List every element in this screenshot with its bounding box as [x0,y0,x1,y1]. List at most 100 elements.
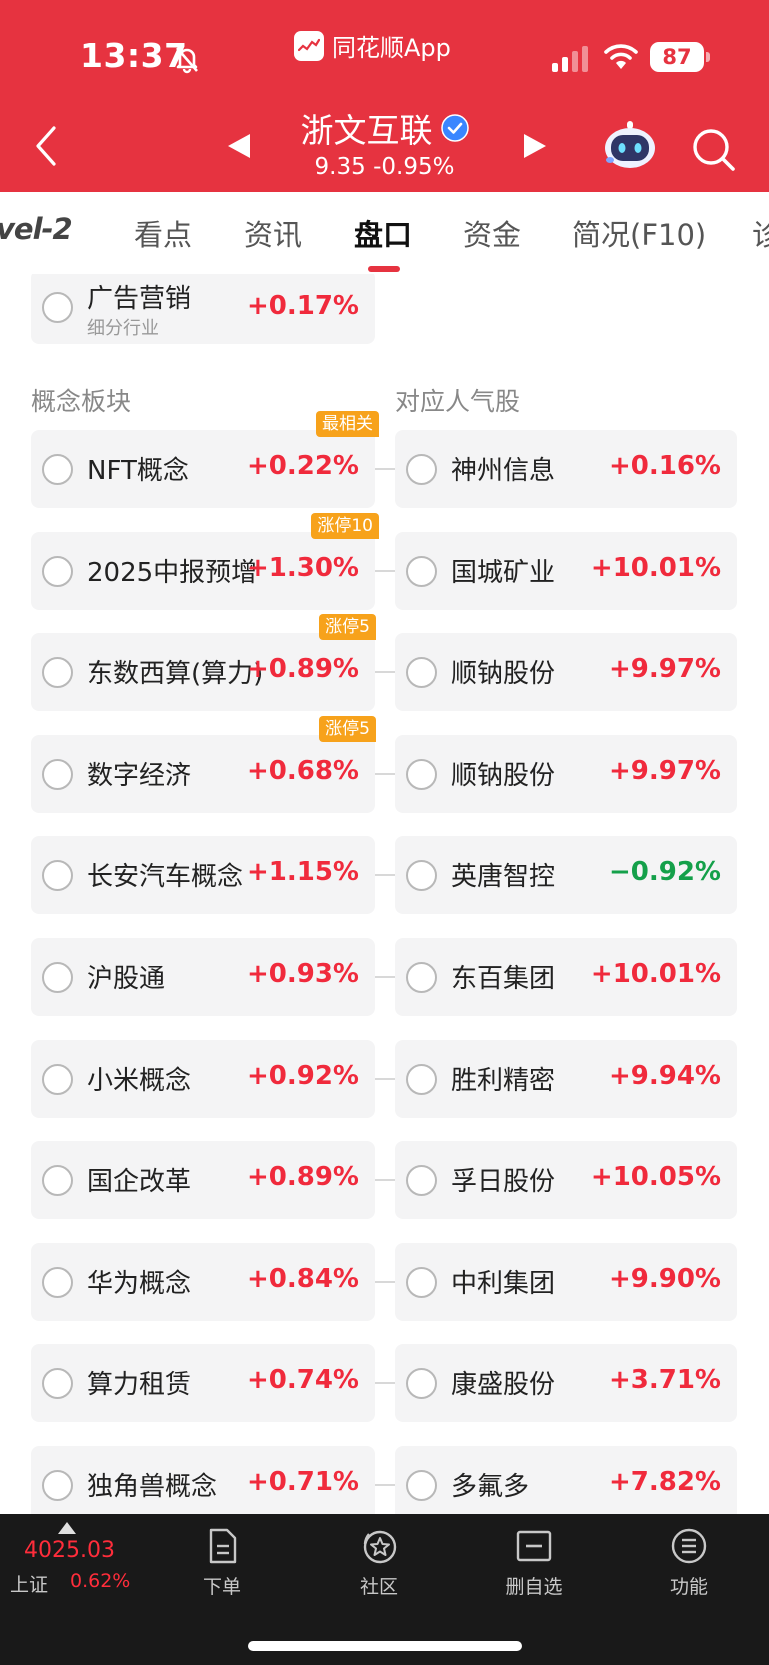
industry-name: 广告营销 [87,284,192,314]
stock-select-radio[interactable] [406,759,437,790]
stock-header: 13:37 同花顺App 87 浙文互联 9.35 -0.95% [0,0,769,192]
industry-sublabel: 细分行业 [87,318,159,339]
tab-level2[interactable]: vel-2 [0,212,73,246]
stock-name: 多氟多 [451,1472,530,1502]
concept-name: 华为概念 [87,1269,192,1299]
tab-news[interactable]: 资讯 [244,212,302,254]
index-up-arrow-icon [58,1522,76,1534]
popular-stock-card[interactable]: 多氟多 +7.82% [395,1446,737,1514]
app-source-badge[interactable]: 同花顺App [294,28,451,63]
concept-select-radio[interactable] [42,454,73,485]
app-logo-icon [294,30,324,61]
concept-select-radio[interactable] [42,1165,73,1196]
concept-name: 算力租赁 [87,1370,192,1400]
concept-card[interactable]: 算力租赁 +0.74% [31,1344,375,1422]
concept-select-radio[interactable] [42,759,73,790]
stock-select-radio[interactable] [406,962,437,993]
stock-select-radio[interactable] [406,556,437,587]
next-stock-arrow-icon[interactable] [522,132,548,160]
concept-change: +0.84% [247,1264,359,1294]
concept-select-radio[interactable] [42,962,73,993]
popular-stock-card[interactable]: 国城矿业 +10.01% [395,532,737,610]
concept-name: 2025中报预增 [87,558,258,588]
nav-place-order-label: 下单 [202,1576,241,1598]
popular-stock-card[interactable]: 东百集团 +10.01% [395,938,737,1016]
index-change: 0.62% [70,1570,131,1592]
nav-remove-watchlist[interactable]: 删自选 [484,1526,584,1599]
community-star-icon [363,1530,397,1564]
concept-card[interactable]: 小米概念 +0.92% [31,1040,375,1118]
stock-select-radio[interactable] [406,1267,437,1298]
app-name: 同花顺App [332,34,451,62]
stock-select-radio[interactable] [406,1165,437,1196]
concept-change: +0.22% [247,451,359,481]
industry-card[interactable]: 广告营销 细分行业 +0.17% [31,274,375,344]
home-indicator [248,1641,522,1651]
concept-card[interactable]: 长安汽车概念 +1.15% [31,836,375,914]
concept-card[interactable]: NFT概念 +0.22% [31,430,375,508]
tab-order-book[interactable]: 盘口 [354,212,412,254]
concept-select-radio[interactable] [42,556,73,587]
stock-select-radio[interactable] [406,1470,437,1501]
order-document-icon [209,1528,237,1564]
concept-card[interactable]: 沪股通 +0.93% [31,938,375,1016]
concept-card[interactable]: 独角兽概念 +0.71% [31,1446,375,1514]
concept-change: +0.71% [247,1467,359,1497]
battery-tip [706,52,710,62]
nav-functions[interactable]: 功能 [639,1526,739,1599]
stock-select-radio[interactable] [406,454,437,485]
row-connector [375,1484,395,1486]
concept-card[interactable]: 数字经济 +0.68% [31,735,375,813]
row-connector [375,773,395,775]
concept-name: 独角兽概念 [87,1472,218,1502]
concept-select-radio[interactable] [42,1470,73,1501]
concept-select-radio[interactable] [42,1368,73,1399]
concept-name: 国企改革 [87,1167,192,1197]
industry-select-radio[interactable] [42,292,73,323]
nav-remove-watchlist-label: 删自选 [505,1576,563,1598]
search-icon[interactable] [690,126,736,172]
stock-name: 康盛股份 [451,1370,556,1400]
stock-name: 浙文互联 [300,111,433,150]
popular-stock-card[interactable]: 顺钠股份 +9.97% [395,633,737,711]
tab-profile-f10[interactable]: 简况(F10) [572,212,706,254]
concept-select-radio[interactable] [42,1267,73,1298]
tab-diagnosis[interactable]: 诊 [752,212,769,254]
stock-change: +10.01% [590,553,721,583]
stock-change: +7.82% [609,1467,721,1497]
stock-select-radio[interactable] [406,860,437,891]
nav-community[interactable]: 社区 [329,1526,429,1599]
popular-stock-card[interactable]: 胜利精密 +9.94% [395,1040,737,1118]
concept-card[interactable]: 国企改革 +0.89% [31,1141,375,1219]
popular-stock-card[interactable]: 英唐智控 −0.92% [395,836,737,914]
popular-stock-card[interactable]: 中利集团 +9.90% [395,1243,737,1321]
popular-stock-card[interactable]: 康盛股份 +3.71% [395,1344,737,1422]
verified-badge-icon [440,114,469,142]
popular-stock-card[interactable]: 顺钠股份 +9.97% [395,735,737,813]
concept-change: +1.15% [247,857,359,887]
popular-stock-card[interactable]: 神州信息 +0.16% [395,430,737,508]
nav-place-order[interactable]: 下单 [172,1526,272,1599]
concept-name: 长安汽车概念 [87,862,244,892]
tab-funds[interactable]: 资金 [463,212,521,254]
concept-select-radio[interactable] [42,1064,73,1095]
concept-card[interactable]: 华为概念 +0.84% [31,1243,375,1321]
concept-card[interactable]: 东数西算(算力) +0.89% [31,633,375,711]
stock-select-radio[interactable] [406,657,437,688]
concept-name: 小米概念 [87,1066,192,1096]
stock-select-radio[interactable] [406,1064,437,1095]
stock-name: 中利集团 [451,1269,556,1299]
concept-select-radio[interactable] [42,860,73,891]
stock-change: +3.71% [609,1365,721,1395]
concept-card[interactable]: 2025中报预增 +1.30% [31,532,375,610]
popular-stock-card[interactable]: 孚日股份 +10.05% [395,1141,737,1219]
concept-tag-badge: 涨停10 [311,513,379,539]
stock-select-radio[interactable] [406,1368,437,1399]
concept-select-radio[interactable] [42,657,73,688]
row-connector [375,1382,395,1384]
stock-name: 胜利精密 [451,1066,556,1096]
tab-highlights[interactable]: 看点 [134,212,192,254]
stock-change: +9.90% [609,1264,721,1294]
ai-assistant-robot-icon[interactable] [602,120,658,172]
concept-change: +0.74% [247,1365,359,1395]
